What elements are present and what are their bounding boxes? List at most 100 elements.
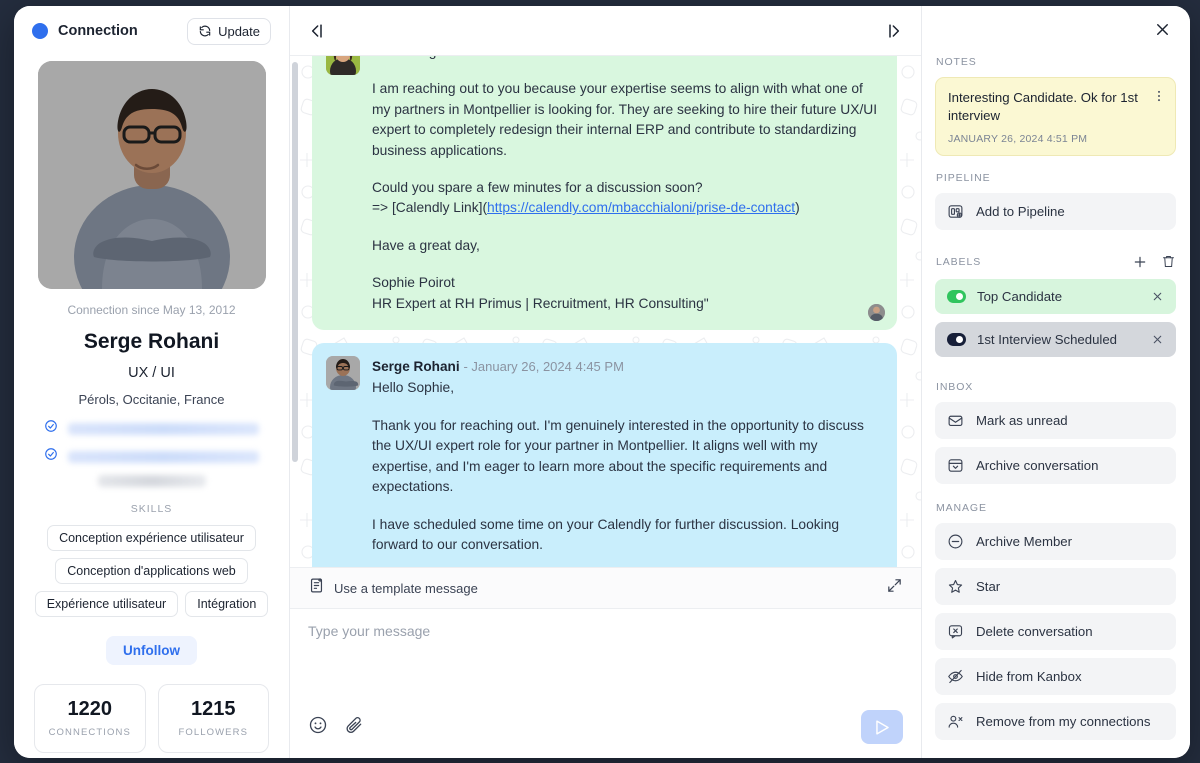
connection-since-text: Connection since May 13, 2012 bbox=[67, 303, 236, 317]
previous-conversation-icon[interactable] bbox=[306, 21, 326, 41]
use-template-button[interactable]: Use a template message bbox=[308, 577, 478, 599]
add-to-pipeline-button[interactable]: Add to Pipeline bbox=[935, 192, 1176, 230]
pipeline-section-header: PIPELINE bbox=[936, 172, 1176, 184]
note-options-icon[interactable] bbox=[1150, 87, 1168, 105]
message-input-area[interactable]: Type your message bbox=[290, 609, 921, 710]
profile-stats: 1220 CONNECTIONS 1215 FOLLOWERS bbox=[28, 684, 275, 753]
star-label: Star bbox=[976, 578, 1001, 594]
calendly-link[interactable]: https://calendly.com/mbacchialoni/prise-… bbox=[487, 200, 795, 215]
message-link-line: => [Calendly Link](https://calendly.com/… bbox=[372, 198, 879, 218]
message-author: Serge Rohani bbox=[372, 359, 460, 375]
message-paragraph: Could you spare a few minutes for a disc… bbox=[372, 180, 703, 196]
stat-card-followers: 1215 FOLLOWERS bbox=[157, 684, 269, 753]
close-icon[interactable] bbox=[1149, 16, 1176, 43]
contact-detail-row bbox=[44, 447, 259, 466]
profile-photo bbox=[37, 61, 266, 289]
followers-count: 1215 bbox=[191, 698, 236, 720]
message-paragraph: I am reaching out to you because your ex… bbox=[372, 81, 878, 158]
composer-toolbar bbox=[290, 710, 921, 758]
skill-chip[interactable]: Conception d'applications web bbox=[55, 558, 248, 584]
star-icon bbox=[947, 578, 965, 595]
attachment-icon[interactable] bbox=[344, 715, 364, 740]
template-message-row: Use a template message bbox=[290, 568, 921, 609]
label-chip-interview-scheduled[interactable]: 1st Interview Scheduled bbox=[935, 321, 1176, 357]
skill-chip[interactable]: Conception expérience utilisateur bbox=[47, 525, 256, 551]
archive-icon bbox=[947, 457, 965, 474]
archive-conversation-button[interactable]: Archive conversation bbox=[935, 446, 1176, 484]
message-avatar-sender bbox=[326, 56, 360, 75]
message-paragraph: Thank you for reaching out. I'm genuinel… bbox=[372, 417, 864, 495]
mark-as-unread-label: Mark as unread bbox=[976, 412, 1068, 428]
next-conversation-icon[interactable] bbox=[885, 21, 905, 41]
labels-section-label: LABELS bbox=[936, 255, 982, 268]
expand-composer-icon[interactable] bbox=[886, 577, 903, 599]
labels-actions bbox=[1132, 254, 1176, 270]
minus-circle-icon bbox=[947, 533, 965, 550]
notes-section-label: NOTES bbox=[936, 56, 977, 68]
emoji-icon[interactable] bbox=[308, 715, 328, 740]
manage-section-label: MANAGE bbox=[936, 501, 987, 514]
masked-contact-value bbox=[68, 450, 259, 463]
delete-label-icon[interactable] bbox=[1161, 254, 1176, 269]
add-label-icon[interactable] bbox=[1132, 254, 1148, 270]
message-input-placeholder[interactable]: Type your message bbox=[308, 623, 903, 639]
profile-name: Serge Rohani bbox=[83, 330, 220, 353]
read-receipt-avatar bbox=[868, 304, 885, 322]
remove-connection-button[interactable]: Remove from my connections bbox=[935, 702, 1176, 740]
remove-label-icon[interactable] bbox=[1151, 333, 1164, 346]
label-color-pill bbox=[947, 332, 966, 346]
pipeline-icon bbox=[947, 203, 965, 220]
manage-section-header: MANAGE bbox=[936, 502, 1176, 514]
unfollow-container: Unfollow bbox=[28, 636, 275, 665]
masked-extra-value bbox=[97, 475, 206, 487]
followers-label: FOLLOWERS bbox=[178, 727, 249, 738]
profile-sidebar: Connection Update Connection since May 1… bbox=[14, 6, 290, 758]
hide-from-kanbox-label: Hide from Kanbox bbox=[976, 668, 1082, 684]
profile-location: Pérols, Occitanie, France bbox=[78, 392, 225, 407]
hidden-contact-details bbox=[28, 419, 275, 487]
label-chip-top-candidate[interactable]: Top Candidate bbox=[935, 278, 1176, 314]
template-icon bbox=[308, 577, 325, 599]
hide-from-kanbox-button[interactable]: Hide from Kanbox bbox=[935, 657, 1176, 695]
archive-member-button[interactable]: Archive Member bbox=[935, 522, 1176, 560]
unfollow-button[interactable]: Unfollow bbox=[106, 636, 197, 665]
composer-icon-group bbox=[308, 715, 364, 740]
remove-label-icon[interactable] bbox=[1151, 290, 1164, 303]
note-card[interactable]: Interesting Candidate. Ok for 1st interv… bbox=[935, 77, 1176, 156]
note-text: Interesting Candidate. Ok for 1st interv… bbox=[948, 90, 1138, 123]
connection-status-dot bbox=[32, 23, 48, 39]
verified-check-icon bbox=[44, 419, 58, 438]
connections-label: CONNECTIONS bbox=[48, 727, 131, 738]
verified-check-icon bbox=[44, 447, 58, 466]
star-button[interactable]: Star bbox=[935, 567, 1176, 605]
delete-message-icon bbox=[947, 623, 965, 640]
link-suffix: ) bbox=[795, 200, 800, 216]
message-scrollbar-thumb[interactable] bbox=[292, 62, 298, 462]
message-bubble-outgoing: Hello Serge I am reaching out to you bec… bbox=[312, 56, 897, 331]
skill-chip[interactable]: Intégration bbox=[185, 591, 269, 617]
stat-card-connections: 1220 CONNECTIONS bbox=[34, 684, 146, 753]
message-signature-name: Sophie Poirot bbox=[372, 275, 455, 291]
send-message-button[interactable] bbox=[861, 710, 903, 744]
template-label: Use a template message bbox=[334, 580, 478, 596]
conversation-panel: Hello Serge I am reaching out to you bec… bbox=[290, 6, 922, 758]
mark-as-unread-button[interactable]: Mark as unread bbox=[935, 401, 1176, 439]
connection-label: Connection bbox=[58, 23, 138, 39]
refresh-icon bbox=[198, 24, 212, 38]
skills-list: Conception expérience utilisateur Concep… bbox=[28, 525, 275, 617]
actions-sidebar: NOTES Interesting Candidate. Ok for 1st … bbox=[922, 6, 1190, 758]
update-button[interactable]: Update bbox=[187, 17, 271, 45]
profile-role: UX / UI bbox=[128, 365, 175, 381]
labels-section-header: LABELS bbox=[936, 254, 1176, 270]
connections-count: 1220 bbox=[67, 698, 113, 720]
skill-chip[interactable]: Expérience utilisateur bbox=[34, 591, 179, 617]
message-composer: Use a template message Type your message bbox=[290, 567, 921, 758]
message-bubble-incoming: Serge Rohani - January 26, 2024 4:45 PM … bbox=[312, 343, 897, 567]
message-scrollbar-track[interactable] bbox=[292, 56, 298, 567]
remove-connection-label: Remove from my connections bbox=[976, 713, 1151, 729]
link-prefix: => [Calendly Link]( bbox=[372, 200, 488, 216]
skills-section-label: SKILLS bbox=[130, 503, 173, 515]
archive-conversation-label: Archive conversation bbox=[976, 457, 1099, 473]
delete-conversation-button[interactable]: Delete conversation bbox=[935, 612, 1176, 650]
message-list: Hello Serge I am reaching out to you bec… bbox=[290, 56, 921, 567]
